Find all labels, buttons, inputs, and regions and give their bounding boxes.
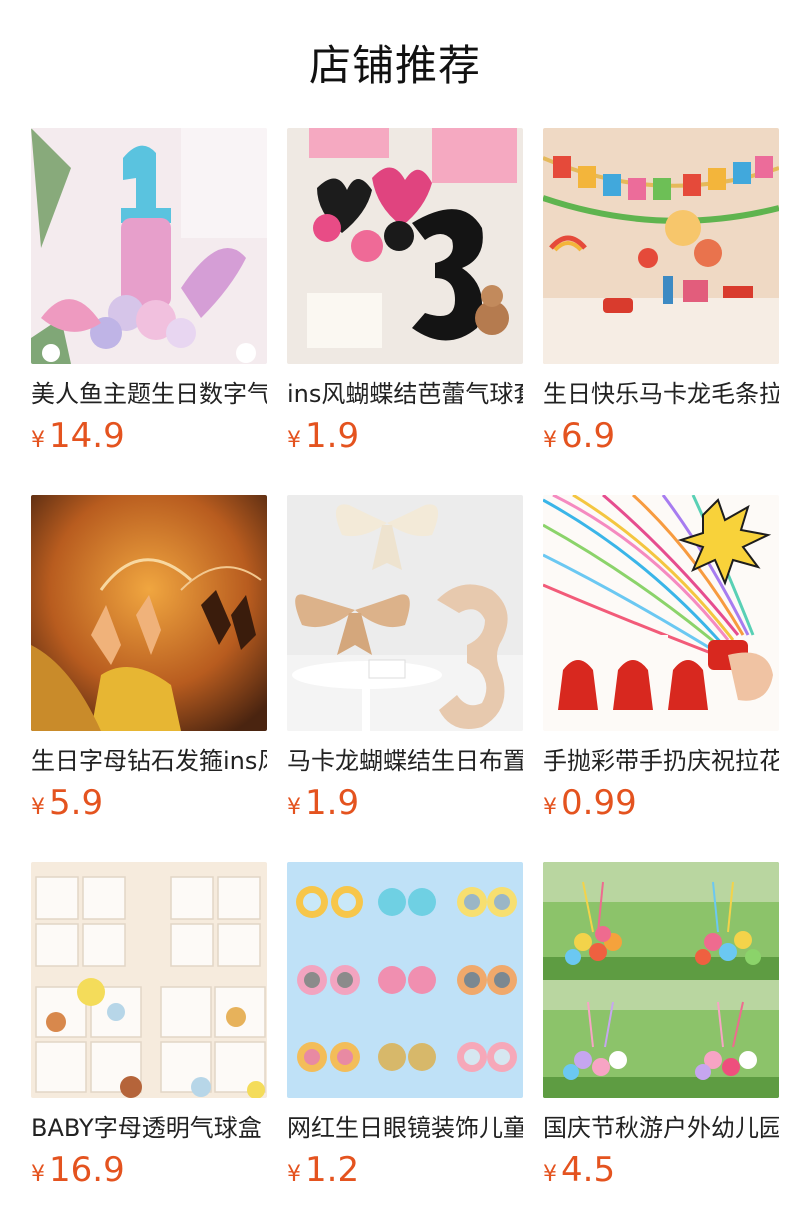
page-title: 店铺推荐 (308, 41, 481, 90)
product-grid: 美人鱼主题生日数字气球 ¥14.9 ins风蝴蝶结芭蕾气球套装 (31, 128, 779, 1229)
price-value: 0.99 (561, 783, 637, 823)
price-value: 14.9 (49, 416, 125, 456)
currency-symbol: ¥ (543, 428, 557, 453)
price-value: 16.9 (49, 1150, 125, 1190)
product-price: ¥14.9 (31, 416, 267, 462)
product-card[interactable]: 国庆节秋游户外幼儿园 ¥4.5 (543, 862, 779, 1229)
product-card[interactable]: 生日快乐马卡龙毛条拉旗 ¥6.9 (543, 128, 779, 495)
product-card[interactable]: 手抛彩带手扔庆祝拉花 ¥0.99 (543, 495, 779, 862)
product-price: ¥0.99 (543, 783, 779, 829)
product-card[interactable]: ins风蝴蝶结芭蕾气球套装 ¥1.9 (287, 128, 523, 495)
product-image-birthday-glasses[interactable] (287, 862, 523, 1098)
product-image-bow-balloon[interactable] (287, 495, 523, 731)
product-price: ¥1.9 (287, 783, 523, 829)
product-title[interactable]: 生日字母钻石发箍ins风 (31, 745, 267, 777)
product-image-balloon-bouquets[interactable] (543, 862, 779, 1098)
product-title[interactable]: 生日快乐马卡龙毛条拉旗 (543, 378, 779, 410)
product-title[interactable]: 马卡龙蝴蝶结生日布置 (287, 745, 523, 777)
product-title[interactable]: 手抛彩带手扔庆祝拉花 (543, 745, 779, 777)
price-value: 1.9 (305, 783, 360, 823)
product-price: ¥5.9 (31, 783, 267, 829)
product-card[interactable]: 生日字母钻石发箍ins风 ¥5.9 (31, 495, 267, 862)
price-value: 5.9 (49, 783, 104, 823)
product-title[interactable]: ins风蝴蝶结芭蕾气球套装 (287, 378, 523, 410)
product-card[interactable]: 网红生日眼镜装饰儿童 ¥1.2 (287, 862, 523, 1229)
price-value: 1.9 (305, 416, 360, 456)
product-price: ¥4.5 (543, 1150, 779, 1196)
price-value: 1.2 (305, 1150, 360, 1190)
currency-symbol: ¥ (31, 795, 45, 820)
product-image-baby-balloon-boxes[interactable] (31, 862, 267, 1098)
product-image-mermaid-balloon[interactable] (31, 128, 267, 364)
product-image-birthday-headband[interactable] (31, 495, 267, 731)
currency-symbol: ¥ (31, 1162, 45, 1187)
price-value: 6.9 (561, 416, 616, 456)
product-title[interactable]: 网红生日眼镜装饰儿童 (287, 1112, 523, 1144)
currency-symbol: ¥ (287, 795, 301, 820)
product-title[interactable]: BABY字母透明气球盒 (31, 1112, 267, 1144)
product-title[interactable]: 国庆节秋游户外幼儿园 (543, 1112, 779, 1144)
product-image-birthday-banner[interactable] (543, 128, 779, 364)
product-card[interactable]: 美人鱼主题生日数字气球 ¥14.9 (31, 128, 267, 495)
product-card[interactable]: 马卡龙蝴蝶结生日布置 ¥1.9 (287, 495, 523, 862)
currency-symbol: ¥ (543, 1162, 557, 1187)
currency-symbol: ¥ (31, 428, 45, 453)
product-title[interactable]: 美人鱼主题生日数字气球 (31, 378, 267, 410)
product-image-black-heart-balloon[interactable] (287, 128, 523, 364)
product-price: ¥16.9 (31, 1150, 267, 1196)
currency-symbol: ¥ (287, 1162, 301, 1187)
product-card[interactable]: BABY字母透明气球盒 ¥16.9 (31, 862, 267, 1229)
currency-symbol: ¥ (543, 795, 557, 820)
currency-symbol: ¥ (287, 428, 301, 453)
product-price: ¥1.2 (287, 1150, 523, 1196)
product-price: ¥1.9 (287, 416, 523, 462)
price-value: 4.5 (561, 1150, 616, 1190)
product-price: ¥6.9 (543, 416, 779, 462)
product-image-hand-throw-streamer[interactable] (543, 495, 779, 731)
page-header: 店铺推荐 (0, 38, 790, 94)
